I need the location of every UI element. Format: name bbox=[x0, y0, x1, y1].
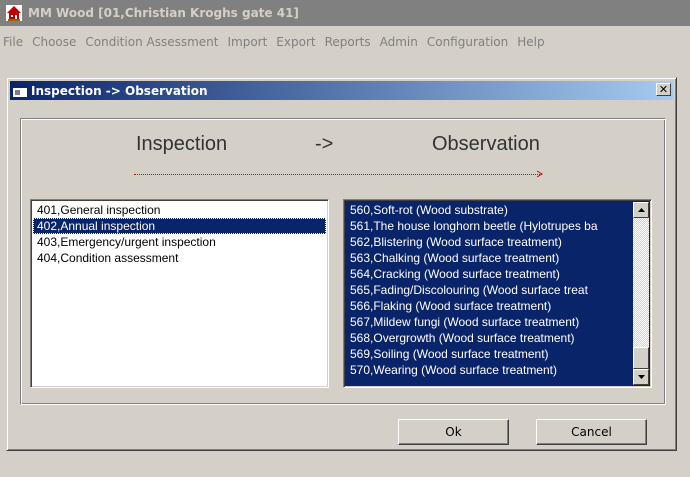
list-item[interactable]: 566,Flaking (Wood surface treatment) bbox=[346, 298, 630, 314]
menu-condition-assessment[interactable]: Condition Assessment bbox=[78, 35, 218, 55]
app-titlebar: MM Wood [01,Christian Kroghs gate 41] bbox=[0, 0, 690, 26]
menu-admin[interactable]: Admin bbox=[373, 35, 418, 55]
observation-list: 560,Soft-rot (Wood substrate) 561,The ho… bbox=[346, 202, 630, 378]
cancel-button[interactable]: Cancel bbox=[536, 419, 647, 445]
menubar: File Choose Condition Assessment Import … bbox=[0, 35, 547, 55]
menu-export[interactable]: Export bbox=[269, 35, 315, 55]
list-item[interactable]: 561,The house longhorn beetle (Hylotrupe… bbox=[346, 218, 630, 234]
list-item[interactable]: 401,General inspection bbox=[33, 202, 326, 218]
inspection-observation-dialog: Inspection -> Observation ✕ Inspection -… bbox=[6, 77, 677, 451]
menu-import[interactable]: Import bbox=[220, 35, 267, 55]
ok-button-label: Ok bbox=[445, 425, 462, 439]
triangle-down-icon bbox=[637, 375, 645, 379]
inspection-list: 401,General inspection 402,Annual inspec… bbox=[33, 202, 326, 266]
header-arrow: -> bbox=[315, 133, 334, 155]
app-house-icon bbox=[6, 5, 22, 21]
list-item[interactable]: 560,Soft-rot (Wood substrate) bbox=[346, 202, 630, 218]
list-item[interactable]: 568,Overgrowth (Wood surface treatment) bbox=[346, 330, 630, 346]
dialog-title: Inspection -> Observation bbox=[31, 83, 208, 98]
cancel-button-label: Cancel bbox=[571, 425, 612, 439]
selection-group: Inspection -> Observation 401,General in… bbox=[20, 118, 666, 405]
close-button[interactable]: ✕ bbox=[656, 83, 671, 96]
header-observation: Observation bbox=[432, 133, 540, 155]
dotted-arrow-line bbox=[134, 174, 542, 175]
list-item[interactable]: 570,Wearing (Wood surface treatment) bbox=[346, 362, 630, 378]
observation-listbox[interactable]: 560,Soft-rot (Wood substrate) 561,The ho… bbox=[343, 199, 652, 388]
app-title: MM Wood [01,Christian Kroghs gate 41] bbox=[28, 6, 299, 20]
menu-configuration[interactable]: Configuration bbox=[420, 35, 508, 55]
menu-file[interactable]: File bbox=[0, 35, 23, 55]
list-item[interactable]: 563,Chalking (Wood surface treatment) bbox=[346, 250, 630, 266]
scroll-down-button[interactable] bbox=[633, 369, 649, 385]
dialog-window-icon bbox=[13, 84, 27, 97]
close-icon: ✕ bbox=[658, 83, 669, 96]
triangle-up-icon bbox=[637, 208, 645, 212]
inspection-listbox[interactable]: 401,General inspection 402,Annual inspec… bbox=[30, 199, 329, 388]
list-item[interactable]: 562,Blistering (Wood surface treatment) bbox=[346, 234, 630, 250]
arrow-head-icon bbox=[536, 170, 543, 178]
dialog-titlebar: Inspection -> Observation ✕ bbox=[10, 81, 673, 100]
header-inspection: Inspection bbox=[136, 133, 228, 155]
list-item[interactable]: 564,Cracking (Wood surface treatment) bbox=[346, 266, 630, 282]
observation-scrollbar[interactable] bbox=[633, 202, 649, 385]
list-item[interactable]: 565,Fading/Discolouring (Wood surface tr… bbox=[346, 282, 630, 298]
scroll-thumb[interactable] bbox=[633, 347, 649, 369]
ok-button[interactable]: Ok bbox=[398, 419, 509, 445]
scroll-up-button[interactable] bbox=[633, 202, 649, 218]
menu-help[interactable]: Help bbox=[510, 35, 544, 55]
list-item[interactable]: 404,Condition assessment bbox=[33, 250, 326, 266]
list-item[interactable]: 569,Soiling (Wood surface treatment) bbox=[346, 346, 630, 362]
list-item[interactable]: 403,Emergency/urgent inspection bbox=[33, 234, 326, 250]
menu-reports[interactable]: Reports bbox=[318, 35, 371, 55]
menu-choose[interactable]: Choose bbox=[25, 35, 76, 55]
list-item-selected[interactable]: 402,Annual inspection bbox=[33, 218, 326, 234]
list-item[interactable]: 567,Mildew fungi (Wood surface treatment… bbox=[346, 314, 630, 330]
